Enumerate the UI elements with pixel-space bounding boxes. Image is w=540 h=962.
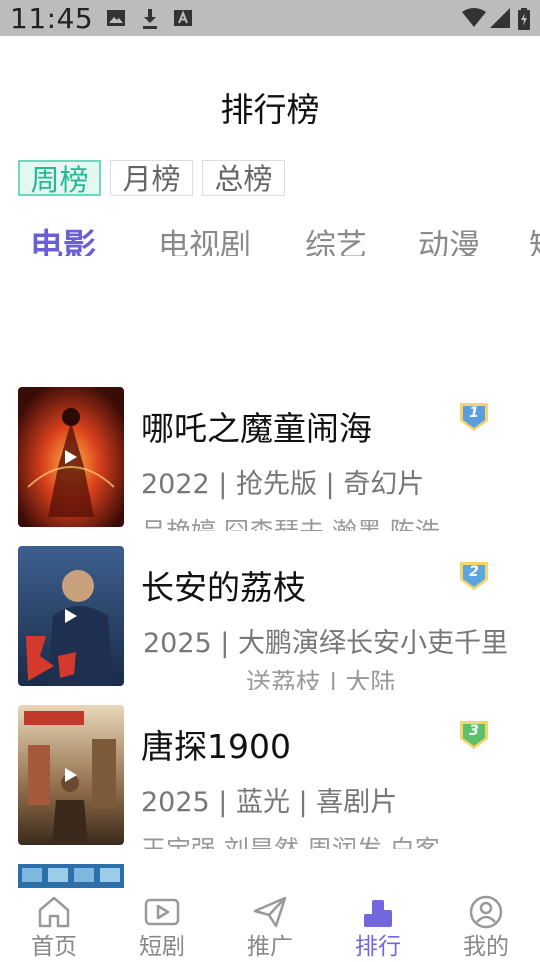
list-item[interactable]: 长安的荔枝 2025 | 大鹏演绎长安小吏千里 送荔枝 | 大陆 2 bbox=[0, 546, 540, 690]
rank-number: 3 bbox=[469, 723, 479, 739]
nav-short-drama[interactable]: 短剧 bbox=[108, 888, 216, 960]
nav-label: 首页 bbox=[31, 934, 77, 960]
item-title: 哪吒之魔童闹海 bbox=[141, 409, 372, 448]
list-item[interactable]: 哪吒之魔童闹海 2022 | 抢先版 | 奇幻片 吕艳婷,囧森瑟夫,瀚墨,陈浩 … bbox=[0, 387, 540, 531]
paper-plane-icon bbox=[252, 894, 288, 930]
signal-icon bbox=[490, 8, 510, 32]
ranking-icon bbox=[360, 894, 396, 930]
poster-image[interactable] bbox=[18, 387, 124, 527]
item-cast: 吕艳婷,囧森瑟夫,瀚墨,陈浩 bbox=[141, 515, 440, 531]
font-icon bbox=[173, 8, 193, 32]
rank-number: 2 bbox=[469, 564, 479, 580]
play-icon bbox=[64, 767, 78, 787]
item-meta: 2025 | 大鹏演绎长安小吏千里 bbox=[143, 628, 508, 659]
nav-label: 推广 bbox=[247, 934, 293, 960]
poster-image-partial[interactable] bbox=[18, 864, 124, 888]
status-bar: 11:45 bbox=[0, 0, 540, 36]
tab-movie[interactable]: 电影 bbox=[30, 226, 96, 256]
rank-badge-icon: 1 bbox=[458, 401, 490, 433]
rank-number: 1 bbox=[469, 405, 479, 421]
item-title: 唐探1900 bbox=[141, 727, 291, 766]
nav-label: 排行 bbox=[355, 934, 401, 960]
tab-tv-series[interactable]: 电视剧 bbox=[158, 226, 251, 256]
item-meta: 2025 | 蓝光 | 喜剧片 bbox=[141, 787, 398, 818]
play-icon bbox=[64, 608, 78, 628]
user-icon bbox=[468, 894, 504, 930]
tab-short-drama[interactable]: 短剧 bbox=[529, 226, 540, 256]
home-icon bbox=[36, 894, 72, 930]
poster-image[interactable] bbox=[18, 546, 124, 686]
download-icon bbox=[140, 8, 160, 34]
rank-badge-icon: 2 bbox=[458, 560, 490, 592]
category-tabs: 电影 电视剧 综艺 动漫 短剧 bbox=[0, 220, 540, 256]
bottom-nav: 首页 短剧 推广 排行 我的 bbox=[0, 888, 540, 960]
battery-charging-icon bbox=[518, 8, 530, 34]
page-title: 排行榜 bbox=[220, 90, 320, 129]
poster-image[interactable] bbox=[18, 705, 124, 845]
nav-label: 短剧 bbox=[139, 934, 185, 960]
image-icon bbox=[106, 8, 126, 32]
tab-weekly[interactable]: 周榜 bbox=[18, 160, 101, 197]
item-meta: 2022 | 抢先版 | 奇幻片 bbox=[141, 469, 425, 500]
play-video-icon bbox=[144, 894, 180, 930]
nav-promote[interactable]: 推广 bbox=[216, 888, 324, 960]
nav-ranking[interactable]: 排行 bbox=[324, 888, 432, 960]
nav-label: 我的 bbox=[463, 934, 509, 960]
item-cast: 王宝强,刘昊然,周润发,白客 bbox=[141, 833, 440, 849]
status-time: 11:45 bbox=[10, 2, 94, 35]
nav-profile[interactable]: 我的 bbox=[432, 888, 540, 960]
nav-home[interactable]: 首页 bbox=[0, 888, 108, 960]
list-item[interactable]: 唐探1900 2025 | 蓝光 | 喜剧片 王宝强,刘昊然,周润发,白客 3 bbox=[0, 705, 540, 849]
wifi-icon bbox=[462, 8, 486, 32]
tab-monthly[interactable]: 月榜 bbox=[110, 160, 193, 196]
item-cast: 送荔枝 | 大陆 bbox=[246, 668, 396, 690]
tab-variety[interactable]: 综艺 bbox=[305, 226, 367, 256]
tab-anime[interactable]: 动漫 bbox=[418, 226, 480, 256]
tab-all-time[interactable]: 总榜 bbox=[202, 160, 285, 196]
item-title: 长安的荔枝 bbox=[141, 568, 306, 607]
play-icon bbox=[64, 449, 78, 469]
rank-badge-icon: 3 bbox=[458, 719, 490, 751]
